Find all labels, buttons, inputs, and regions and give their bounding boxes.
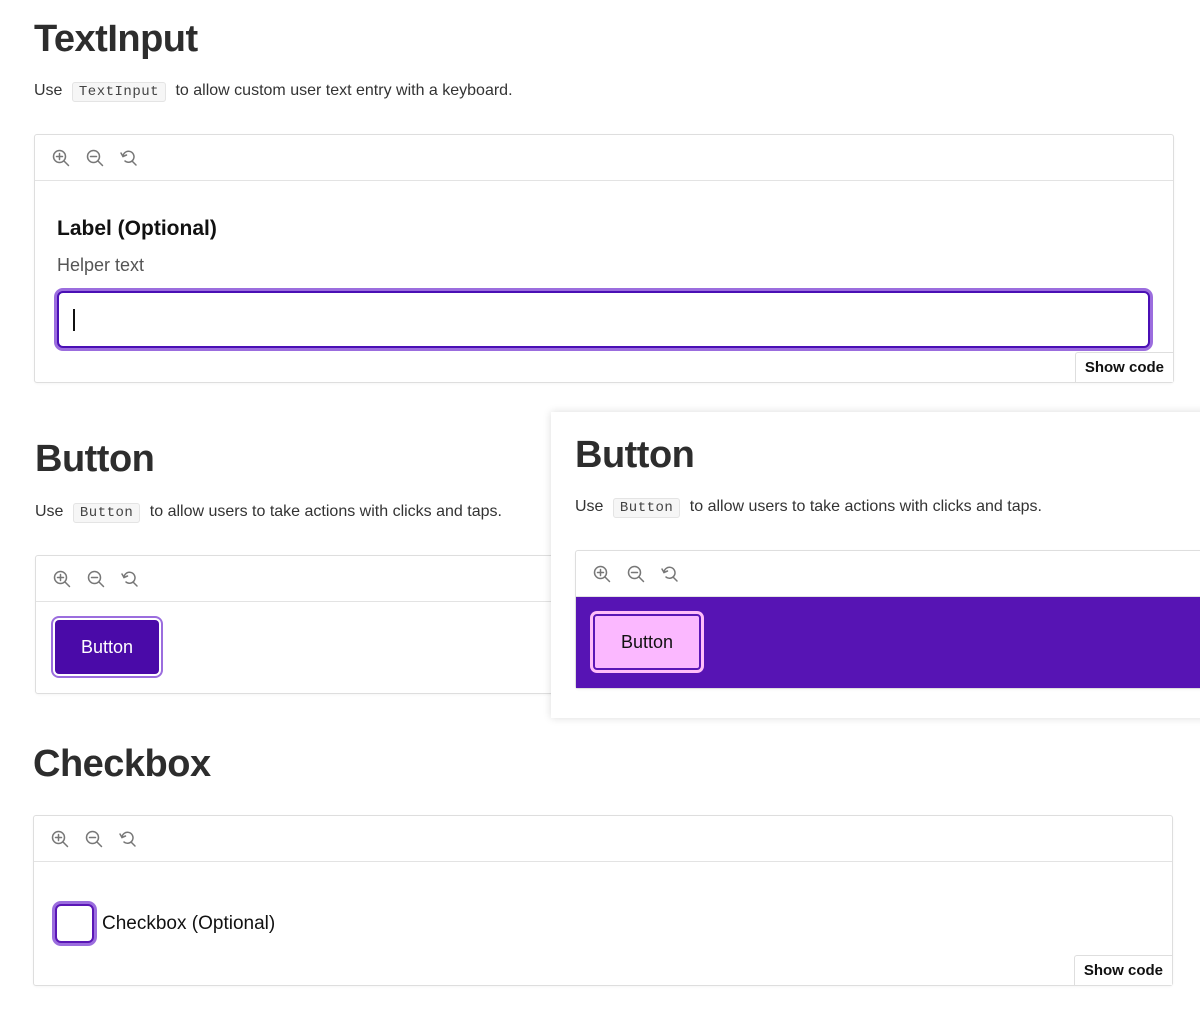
zoom-out-icon[interactable] xyxy=(86,569,106,589)
checkbox-input[interactable] xyxy=(55,904,94,943)
zoom-in-icon[interactable] xyxy=(50,829,70,849)
desc-prefix: Use xyxy=(575,498,604,515)
example-toolbar xyxy=(36,556,596,602)
button-description: Use Button to allow users to take action… xyxy=(35,503,502,523)
checkbox-example-card: Checkbox (Optional) Show code xyxy=(33,815,1173,986)
show-code-button[interactable]: Show code xyxy=(1073,955,1172,985)
desc-suffix: to allow custom user text entry with a k… xyxy=(175,82,513,99)
reset-zoom-icon[interactable] xyxy=(660,564,680,584)
desc-suffix: to allow users to take actions with clic… xyxy=(149,503,502,520)
checkbox-title: Checkbox xyxy=(33,743,211,785)
desc-prefix: Use xyxy=(35,503,64,520)
overlay-button-title: Button xyxy=(575,434,695,476)
button-overlay-panel: Button Use Button to allow users to take… xyxy=(551,412,1200,718)
button-title: Button xyxy=(35,438,155,480)
example-toolbar xyxy=(35,135,1173,181)
zoom-out-icon[interactable] xyxy=(626,564,646,584)
code-button: Button xyxy=(72,503,141,523)
code-textinput: TextInput xyxy=(71,82,167,102)
helper-text: Helper text xyxy=(57,255,145,275)
show-code-button[interactable]: Show code xyxy=(1074,352,1173,382)
primary-button[interactable]: Button xyxy=(55,620,159,674)
textinput-description: Use TextInput to allow custom user text … xyxy=(34,82,513,102)
zoom-in-icon[interactable] xyxy=(592,564,612,584)
zoom-in-icon[interactable] xyxy=(52,569,72,589)
zoom-in-icon[interactable] xyxy=(51,148,71,168)
reset-zoom-icon[interactable] xyxy=(118,829,138,849)
reset-zoom-icon[interactable] xyxy=(119,148,139,168)
checkbox-label[interactable]: Checkbox (Optional) xyxy=(102,913,275,935)
desc-prefix: Use xyxy=(34,82,63,99)
text-caret xyxy=(73,309,75,331)
example-toolbar xyxy=(34,816,1172,862)
button-example-card: Button xyxy=(35,555,597,694)
field-label: Label (Optional) xyxy=(57,217,217,240)
zoom-out-icon[interactable] xyxy=(84,829,104,849)
purple-preview-canvas: Button xyxy=(576,597,1200,688)
text-input-field[interactable] xyxy=(57,291,1150,348)
example-toolbar xyxy=(576,551,1200,597)
code-button: Button xyxy=(612,498,681,518)
pink-button[interactable]: Button xyxy=(593,614,701,670)
desc-suffix: to allow users to take actions with clic… xyxy=(689,498,1042,515)
textinput-example-card: Label (Optional) Helper text Show code xyxy=(34,134,1174,383)
zoom-out-icon[interactable] xyxy=(85,148,105,168)
overlay-example-card: Button xyxy=(575,550,1200,689)
overlay-button-description: Use Button to allow users to take action… xyxy=(575,498,1042,518)
reset-zoom-icon[interactable] xyxy=(120,569,140,589)
textinput-title: TextInput xyxy=(34,18,198,60)
